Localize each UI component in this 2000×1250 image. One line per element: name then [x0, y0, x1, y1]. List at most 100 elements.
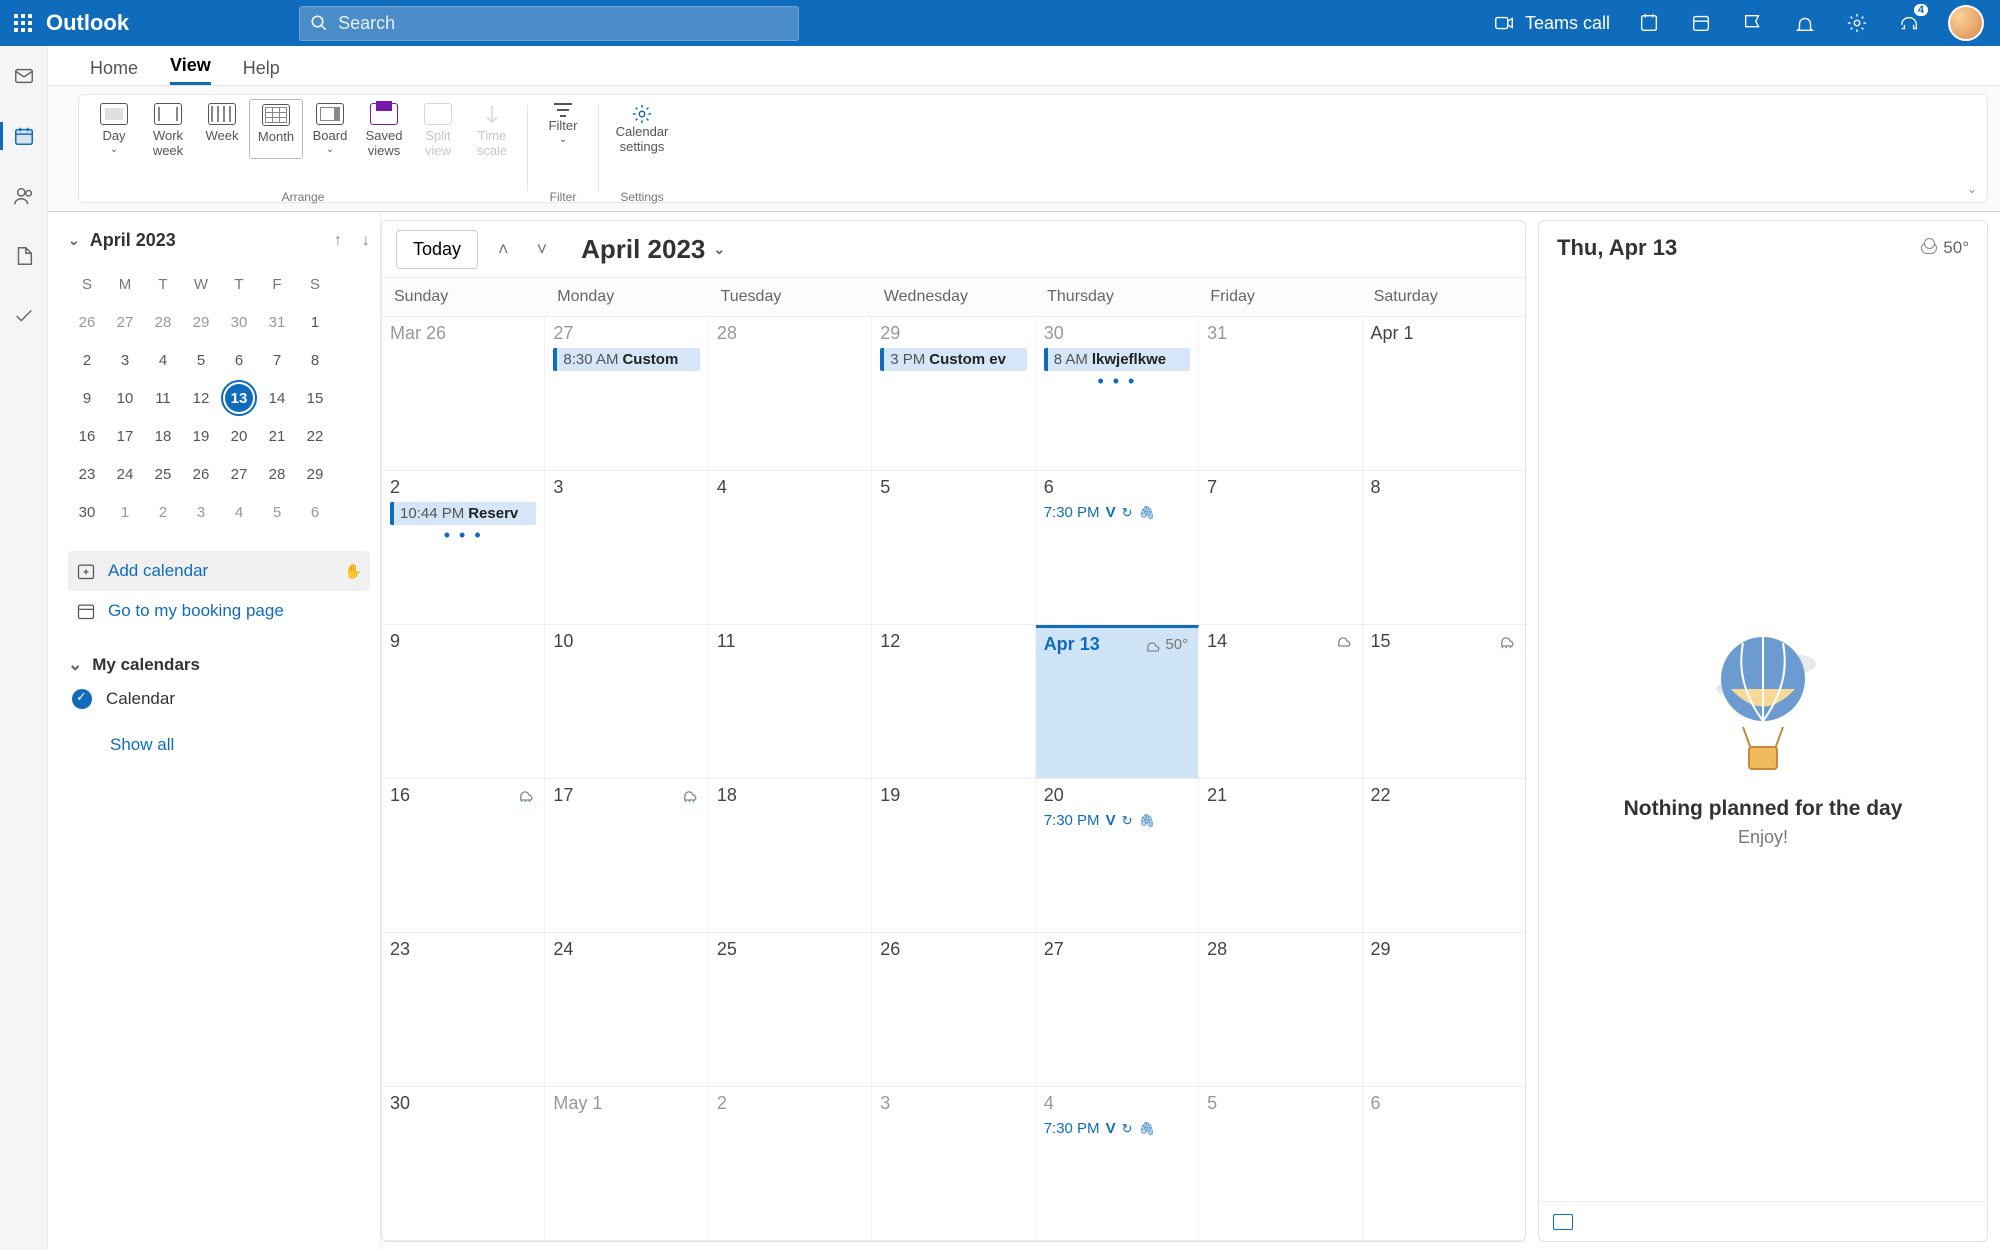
mini-day[interactable]: 5 — [258, 493, 296, 531]
tips-icon[interactable] — [1740, 10, 1766, 36]
mini-day[interactable]: 31 — [258, 303, 296, 341]
ribbon-day-button[interactable]: Day⌄ — [87, 99, 141, 159]
teams-call-label[interactable]: Teams call — [1525, 13, 1610, 34]
mini-day[interactable]: 26 — [182, 455, 220, 493]
meet-now-icon[interactable] — [1636, 10, 1662, 36]
day-cell[interactable]: 27 — [1036, 933, 1199, 1086]
mini-day[interactable]: 29 — [182, 303, 220, 341]
ribbon-week-button[interactable]: Week — [195, 99, 249, 159]
more-events[interactable]: • • • — [1044, 371, 1190, 392]
day-cell[interactable]: 23 — [382, 933, 545, 1086]
mini-day[interactable]: 7 — [258, 341, 296, 379]
mini-day[interactable]: 10 — [106, 379, 144, 417]
mini-day[interactable]: 18 — [144, 417, 182, 455]
day-cell[interactable]: May 1 — [545, 1087, 708, 1240]
day-cell[interactable]: 28 — [1199, 933, 1362, 1086]
ribbon-collapse-icon[interactable]: ⌄ — [1967, 182, 1977, 196]
mini-day[interactable]: 11 — [144, 379, 182, 417]
mini-day[interactable]: 19 — [182, 417, 220, 455]
day-cell[interactable]: 308 AMlkwjeflkwe• • • — [1036, 317, 1199, 470]
mini-day[interactable]: 3 — [182, 493, 220, 531]
event[interactable]: 8:30 AMCustom — [553, 348, 699, 371]
mini-day[interactable]: 30 — [68, 493, 106, 531]
day-cell[interactable]: 5 — [872, 471, 1035, 624]
day-cell[interactable]: 19 — [872, 779, 1035, 932]
mini-day[interactable]: 29 — [296, 455, 334, 493]
day-cell[interactable]: 11 — [709, 625, 872, 778]
mini-day[interactable]: 5 — [182, 341, 220, 379]
day-cell[interactable]: 9 — [382, 625, 545, 778]
day-cell[interactable]: 28 — [709, 317, 872, 470]
event[interactable]: 3 PMCustom ev — [880, 348, 1026, 371]
day-cell[interactable]: 3 — [545, 471, 708, 624]
rail-calendar-icon[interactable] — [0, 118, 48, 154]
day-cell[interactable]: 10 — [545, 625, 708, 778]
day-cell[interactable]: 3 — [872, 1087, 1035, 1240]
day-cell[interactable]: 15 — [1363, 625, 1525, 778]
day-cell[interactable]: 21 — [1199, 779, 1362, 932]
today-button[interactable]: Today — [396, 230, 478, 269]
mini-prev-icon[interactable]: ↑ — [334, 232, 342, 250]
ribbon-calendar-settings-button[interactable]: Calendarsettings — [607, 99, 677, 155]
my-calendars-header[interactable]: ⌄ My calendars — [68, 649, 370, 681]
month-picker[interactable]: April 2023 ⌄ — [581, 234, 725, 265]
rail-people-icon[interactable] — [0, 178, 48, 214]
ribbon-month-button[interactable]: Month — [249, 99, 303, 159]
day-cell[interactable]: 26 — [872, 933, 1035, 1086]
mini-day[interactable]: 25 — [144, 455, 182, 493]
tab-home[interactable]: Home — [90, 58, 138, 85]
mini-day[interactable]: 27 — [106, 303, 144, 341]
tab-view[interactable]: View — [170, 55, 211, 85]
day-cell[interactable]: 25 — [709, 933, 872, 1086]
mini-day[interactable]: 26 — [68, 303, 106, 341]
event[interactable]: 10:44 PMReserv — [390, 502, 536, 525]
mini-day[interactable]: 24 — [106, 455, 144, 493]
mini-day[interactable]: 13 — [225, 384, 253, 412]
mini-day[interactable]: 16 — [68, 417, 106, 455]
day-cell[interactable]: 22 — [1363, 779, 1525, 932]
add-calendar-link[interactable]: Add calendar ✋ — [68, 551, 370, 591]
day-cell[interactable]: 29 — [1363, 933, 1525, 1086]
mini-day[interactable]: 6 — [220, 341, 258, 379]
mini-next-icon[interactable]: ↓ — [362, 232, 370, 250]
search-input[interactable]: Search — [299, 6, 799, 41]
mini-day[interactable]: 23 — [68, 455, 106, 493]
day-cell[interactable]: Apr 1 — [1363, 317, 1525, 470]
ribbon-workweek-button[interactable]: Workweek — [141, 99, 195, 159]
app-launcher-icon[interactable] — [0, 0, 46, 46]
day-cell[interactable]: 16 — [382, 779, 545, 932]
my-day-icon[interactable] — [1688, 10, 1714, 36]
mini-day[interactable]: 14 — [258, 379, 296, 417]
day-cell[interactable]: 18 — [709, 779, 872, 932]
notifications-icon[interactable] — [1792, 10, 1818, 36]
mini-day[interactable]: 8 — [296, 341, 334, 379]
mini-day[interactable]: 12 — [182, 379, 220, 417]
settings-icon[interactable] — [1844, 10, 1870, 36]
day-cell[interactable]: 293 PMCustom ev — [872, 317, 1035, 470]
mini-day[interactable]: 1 — [106, 493, 144, 531]
mini-day[interactable]: 27 — [220, 455, 258, 493]
day-cell[interactable]: 210:44 PMReserv• • • — [382, 471, 545, 624]
day-cell[interactable]: 47:30 PMV↻🖇 — [1036, 1087, 1199, 1240]
next-month-icon[interactable]: ˅ — [529, 235, 556, 264]
day-cell[interactable]: 5 — [1199, 1087, 1362, 1240]
mini-day[interactable]: 20 — [220, 417, 258, 455]
mini-day[interactable]: 3 — [106, 341, 144, 379]
mini-collapse-icon[interactable]: ⌄ — [68, 232, 80, 249]
day-cell[interactable]: 14 — [1199, 625, 1362, 778]
day-cell[interactable]: 2 — [709, 1087, 872, 1240]
show-all-link[interactable]: Show all — [68, 735, 370, 755]
day-cell[interactable]: 24 — [545, 933, 708, 1086]
user-avatar[interactable] — [1948, 5, 1984, 41]
support-icon[interactable]: 4 — [1896, 10, 1922, 36]
mini-day[interactable]: 28 — [258, 455, 296, 493]
booking-page-link[interactable]: Go to my booking page — [68, 591, 370, 631]
mini-day[interactable]: 6 — [296, 493, 334, 531]
teams-call-icon[interactable] — [1491, 10, 1517, 36]
day-cell[interactable]: 7 — [1199, 471, 1362, 624]
more-events[interactable]: • • • — [390, 525, 536, 546]
day-cell[interactable]: 31 — [1199, 317, 1362, 470]
ribbon-saved-views-button[interactable]: Savedviews — [357, 99, 411, 159]
calendar-item[interactable]: Calendar — [68, 681, 370, 717]
mini-day[interactable]: 21 — [258, 417, 296, 455]
